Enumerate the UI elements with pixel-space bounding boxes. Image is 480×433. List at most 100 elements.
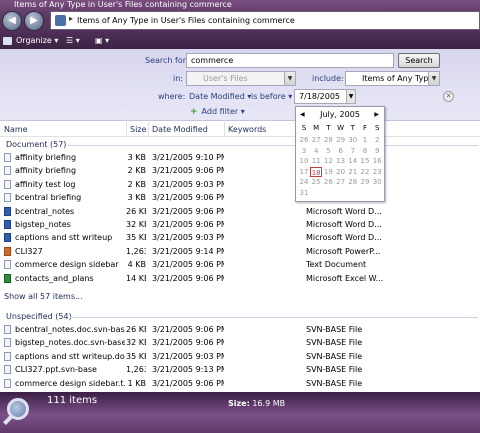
table-row[interactable]: captions and stt writeup 35 KB 3/21/2005 9… <box>0 231 480 244</box>
forward-button[interactable]: ▶ <box>24 11 44 31</box>
calendar-day[interactable]: 21 <box>347 167 359 177</box>
organize-button[interactable]: Organize ▾ <box>16 33 58 49</box>
file-icon <box>4 351 11 361</box>
calendar-day[interactable]: 30 <box>347 135 359 145</box>
calendar-day[interactable]: 5 <box>322 146 334 156</box>
calendar-day[interactable]: 11 <box>310 156 322 166</box>
calendar-month: July, 2005 <box>320 110 360 119</box>
calendar-day[interactable]: 26 <box>322 177 334 187</box>
calendar-weekday: W <box>337 124 345 132</box>
group-header-document[interactable]: Document (57) <box>6 140 66 149</box>
calendar-day[interactable]: 31 <box>298 188 310 198</box>
file-date: 3/21/2005 9:13 PM <box>152 365 224 375</box>
calendar-day[interactable]: 20 <box>335 167 347 177</box>
table-row[interactable]: affinity test log 2 KB 3/21/2005 9:03 PM <box>0 178 480 191</box>
calendar-day[interactable]: 27 <box>310 135 322 145</box>
file-name: commerce design sidebar <box>15 260 119 270</box>
table-row[interactable]: bcentral_notes.doc.svn-base26 KB 3/21/200… <box>0 323 480 336</box>
table-row[interactable]: commerce design sidebar 4 KB 3/21/2005 9:0… <box>0 258 480 271</box>
column-divider[interactable] <box>126 122 127 137</box>
table-row[interactable]: contacts_and_plans 14 KB 3/21/2005 9:06 PM… <box>0 272 480 285</box>
file-date: 3/21/2005 9:06 PM <box>152 220 224 229</box>
calendar-dropdown-icon[interactable]: ▼ <box>346 90 355 103</box>
where-operator-dropdown[interactable]: is before ▾ <box>251 92 292 101</box>
file-size: 26 KB <box>126 325 146 334</box>
calendar-day[interactable]: 18 <box>310 166 323 177</box>
calendar-day[interactable]: 17 <box>298 167 310 177</box>
organize-label: Organize <box>16 36 52 45</box>
views-icon[interactable]: ☰ ▾ <box>66 33 80 49</box>
table-row[interactable]: commerce design sidebar.t... 1 KB 3/21/200… <box>0 377 480 390</box>
calendar-day[interactable]: 2 <box>371 135 383 145</box>
calendar-day[interactable]: 1 <box>359 135 371 145</box>
calendar-day[interactable]: 4 <box>310 146 322 156</box>
file-type: Microsoft Excel W... <box>306 273 384 283</box>
chevron-right-icon[interactable]: ▸ <box>69 14 73 23</box>
file-date: 3/21/2005 9:03 PM <box>152 233 224 243</box>
date-input[interactable]: 7/18/2005 ▼ <box>294 89 356 104</box>
calendar-day[interactable]: 14 <box>347 156 359 166</box>
calendar-day[interactable]: 27 <box>335 177 347 187</box>
location-value: User's Files <box>203 74 248 83</box>
column-keywords[interactable]: Keywords <box>228 122 266 137</box>
calendar-day[interactable]: 28 <box>347 177 359 187</box>
group-divider <box>68 145 478 146</box>
table-row[interactable]: bigstep_notes.doc.svn-base32 KB 3/21/2005… <box>0 336 480 349</box>
calendar-day[interactable]: 26 <box>298 135 310 145</box>
calendar-day[interactable]: 12 <box>322 156 334 166</box>
calendar-day[interactable]: 30 <box>371 177 383 187</box>
calendar-day[interactable]: 16 <box>371 156 383 166</box>
file-type: SVN-BASE File <box>306 365 363 375</box>
file-type: Microsoft Word D... <box>306 206 382 216</box>
calendar-day[interactable]: 10 <box>298 156 310 166</box>
address-bar[interactable]: ▸ Items of Any Type in User's Files cont… <box>50 11 480 30</box>
table-row[interactable]: bcentral briefing 3 KB 3/21/2005 9:06 PM <box>0 191 480 204</box>
file-type: Microsoft PowerP... <box>306 246 381 256</box>
table-row[interactable]: bigstep_notes 32 KB 3/21/2005 9:06 PM Micro… <box>0 218 480 231</box>
calendar-day[interactable]: 23 <box>371 167 383 177</box>
calendar-day[interactable]: 19 <box>322 167 334 177</box>
file-size: 32 KB <box>126 338 146 348</box>
where-field-dropdown[interactable]: Date Modified ▾ <box>189 92 251 101</box>
calendar-day[interactable]: 29 <box>335 135 347 145</box>
calendar-day[interactable]: 29 <box>359 177 371 187</box>
calendar-day[interactable]: 24 <box>298 177 310 187</box>
calendar-day[interactable]: 25 <box>310 177 322 187</box>
calendar-day[interactable]: 22 <box>359 167 371 177</box>
column-divider[interactable] <box>148 122 149 137</box>
calendar-day[interactable]: 13 <box>335 156 347 166</box>
group-header-unspecified[interactable]: Unspecified (54) <box>6 312 72 321</box>
column-name[interactable]: Name <box>4 122 28 137</box>
table-row[interactable]: bcentral_notes 26 KB 3/21/2005 9:06 PM Micr… <box>0 205 480 218</box>
table-row[interactable]: affinity briefing 3 KB 3/21/2005 9:10 PM <box>0 151 480 164</box>
table-row[interactable]: affinity briefing 2 KB 3/21/2005 9:06 PM <box>0 164 480 177</box>
layout-icon[interactable]: ▣ ▾ <box>95 33 109 49</box>
column-divider[interactable] <box>224 122 225 137</box>
table-row[interactable]: CLI327 1,263 ... 3/21/2005 9:14 PM Microsof… <box>0 245 480 258</box>
location-select[interactable]: User's Files ▼ <box>186 71 296 86</box>
search-input[interactable]: commerce <box>186 53 394 68</box>
remove-filter-icon[interactable]: ✕ <box>443 91 454 102</box>
calendar-day[interactable]: 8 <box>359 146 371 156</box>
file-list: Document (57) affinity briefing 3 KB 3/21/… <box>0 137 480 392</box>
table-row[interactable]: CLI327.ppt.svn-base 1,263 ... 3/21/2005 9:… <box>0 363 480 376</box>
add-filter-button[interactable]: + Add filter ▾ <box>190 107 245 117</box>
calendar-day[interactable]: 28 <box>322 135 334 145</box>
show-all-link[interactable]: Show all 57 items... <box>4 292 83 301</box>
calendar-day[interactable]: 15 <box>359 156 371 166</box>
back-button[interactable]: ◀ <box>2 11 22 31</box>
column-size[interactable]: Size <box>130 122 146 137</box>
next-month-icon[interactable]: ▶ <box>374 109 379 121</box>
include-value: Items of Any Type <box>362 74 434 83</box>
include-select[interactable]: Items of Any Type ▼ <box>345 71 440 86</box>
calendar-day[interactable]: 9 <box>371 146 383 156</box>
search-button[interactable]: Search <box>398 53 440 68</box>
calendar-day[interactable]: 7 <box>347 146 359 156</box>
file-icon <box>4 153 11 162</box>
file-type: SVN-BASE File <box>306 351 363 361</box>
column-date-modified[interactable]: Date Modified <box>152 122 208 137</box>
size-label: Size: <box>228 399 250 408</box>
calendar-day[interactable]: 3 <box>298 146 310 156</box>
table-row[interactable]: captions and stt writeup.do...35 KB 3/21/… <box>0 350 480 363</box>
calendar-day[interactable]: 6 <box>335 146 347 156</box>
